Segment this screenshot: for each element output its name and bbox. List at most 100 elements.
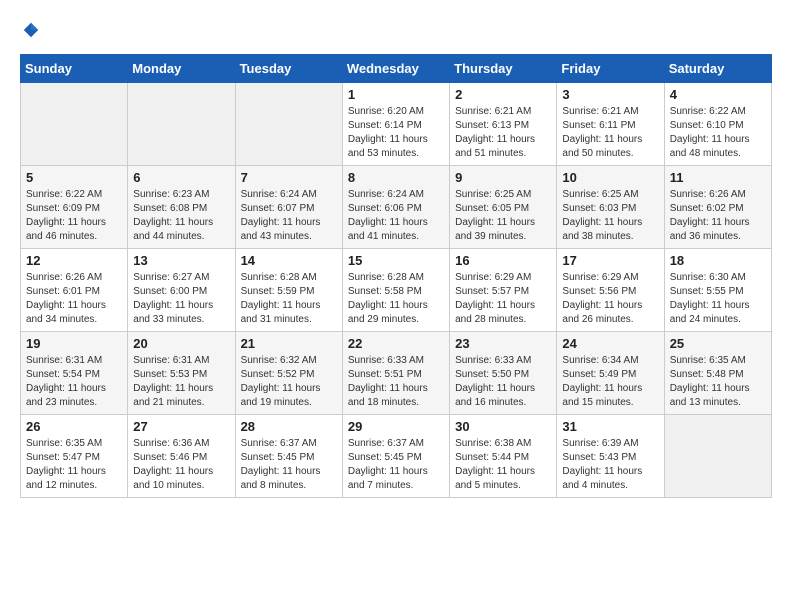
day-info: Sunrise: 6:34 AM Sunset: 5:49 PM Dayligh…	[562, 354, 658, 410]
logo	[20, 20, 40, 44]
calendar-cell: 20 Sunrise: 6:31 AM Sunset: 5:53 PM Dayli…	[128, 332, 235, 415]
day-info: Sunrise: 6:22 AM Sunset: 6:10 PM Dayligh…	[670, 105, 766, 161]
day-number: 3	[562, 87, 658, 102]
calendar-cell: 26 Sunrise: 6:35 AM Sunset: 5:47 PM Dayli…	[21, 415, 128, 498]
day-number: 16	[455, 253, 551, 268]
day-info: Sunrise: 6:29 AM Sunset: 5:57 PM Dayligh…	[455, 271, 551, 327]
day-header-friday: Friday	[557, 55, 664, 83]
day-number: 25	[670, 336, 766, 351]
day-header-wednesday: Wednesday	[342, 55, 449, 83]
day-info: Sunrise: 6:24 AM Sunset: 6:07 PM Dayligh…	[241, 188, 337, 244]
calendar-week-row: 5 Sunrise: 6:22 AM Sunset: 6:09 PM Daylig…	[21, 166, 772, 249]
day-number: 2	[455, 87, 551, 102]
day-number: 5	[26, 170, 122, 185]
day-number: 13	[133, 253, 229, 268]
day-number: 19	[26, 336, 122, 351]
calendar-week-row: 12Sunrise: 6:26 AM Sunset: 6:01 PM Dayli…	[21, 249, 772, 332]
calendar-cell: 17Sunrise: 6:29 AM Sunset: 5:56 PM Dayli…	[557, 249, 664, 332]
calendar-week-row: 19 Sunrise: 6:31 AM Sunset: 5:54 PM Dayli…	[21, 332, 772, 415]
day-info: Sunrise: 6:22 AM Sunset: 6:09 PM Dayligh…	[26, 188, 122, 244]
day-info: Sunrise: 6:35 AM Sunset: 5:47 PM Dayligh…	[26, 437, 122, 493]
calendar-cell: 23 Sunrise: 6:33 AM Sunset: 5:50 PM Dayli…	[450, 332, 557, 415]
day-info: Sunrise: 6:33 AM Sunset: 5:50 PM Dayligh…	[455, 354, 551, 410]
calendar-cell: 22 Sunrise: 6:33 AM Sunset: 5:51 PM Dayli…	[342, 332, 449, 415]
day-number: 27	[133, 419, 229, 434]
calendar-cell: 13 Sunrise: 6:27 AM Sunset: 6:00 PM Dayli…	[128, 249, 235, 332]
calendar-cell: 7Sunrise: 6:24 AM Sunset: 6:07 PM Daylig…	[235, 166, 342, 249]
calendar-cell: 28 Sunrise: 6:37 AM Sunset: 5:45 PM Dayli…	[235, 415, 342, 498]
day-number: 26	[26, 419, 122, 434]
calendar-cell: 12Sunrise: 6:26 AM Sunset: 6:01 PM Dayli…	[21, 249, 128, 332]
calendar-cell: 25Sunrise: 6:35 AM Sunset: 5:48 PM Dayli…	[664, 332, 771, 415]
calendar-cell: 18 Sunrise: 6:30 AM Sunset: 5:55 PM Dayli…	[664, 249, 771, 332]
day-info: Sunrise: 6:26 AM Sunset: 6:02 PM Dayligh…	[670, 188, 766, 244]
page-header	[20, 20, 772, 44]
calendar-cell: 15Sunrise: 6:28 AM Sunset: 5:58 PM Dayli…	[342, 249, 449, 332]
day-header-saturday: Saturday	[664, 55, 771, 83]
day-number: 21	[241, 336, 337, 351]
day-info: Sunrise: 6:36 AM Sunset: 5:46 PM Dayligh…	[133, 437, 229, 493]
calendar-week-row: 1Sunrise: 6:20 AM Sunset: 6:14 PM Daylig…	[21, 83, 772, 166]
day-info: Sunrise: 6:28 AM Sunset: 5:58 PM Dayligh…	[348, 271, 444, 327]
day-info: Sunrise: 6:31 AM Sunset: 5:53 PM Dayligh…	[133, 354, 229, 410]
calendar-cell: 8 Sunrise: 6:24 AM Sunset: 6:06 PM Daylig…	[342, 166, 449, 249]
calendar-cell: 6 Sunrise: 6:23 AM Sunset: 6:08 PM Daylig…	[128, 166, 235, 249]
day-info: Sunrise: 6:26 AM Sunset: 6:01 PM Dayligh…	[26, 271, 122, 327]
day-info: Sunrise: 6:30 AM Sunset: 5:55 PM Dayligh…	[670, 271, 766, 327]
day-header-thursday: Thursday	[450, 55, 557, 83]
calendar-cell: 2 Sunrise: 6:21 AM Sunset: 6:13 PM Daylig…	[450, 83, 557, 166]
day-info: Sunrise: 6:24 AM Sunset: 6:06 PM Dayligh…	[348, 188, 444, 244]
calendar-cell: 19 Sunrise: 6:31 AM Sunset: 5:54 PM Dayli…	[21, 332, 128, 415]
day-number: 23	[455, 336, 551, 351]
calendar-cell: 5 Sunrise: 6:22 AM Sunset: 6:09 PM Daylig…	[21, 166, 128, 249]
day-info: Sunrise: 6:39 AM Sunset: 5:43 PM Dayligh…	[562, 437, 658, 493]
day-number: 4	[670, 87, 766, 102]
calendar-cell: 27 Sunrise: 6:36 AM Sunset: 5:46 PM Dayli…	[128, 415, 235, 498]
day-info: Sunrise: 6:21 AM Sunset: 6:11 PM Dayligh…	[562, 105, 658, 161]
day-info: Sunrise: 6:23 AM Sunset: 6:08 PM Dayligh…	[133, 188, 229, 244]
day-info: Sunrise: 6:37 AM Sunset: 5:45 PM Dayligh…	[241, 437, 337, 493]
day-number: 22	[348, 336, 444, 351]
logo-icon	[22, 21, 40, 39]
calendar-cell: 31 Sunrise: 6:39 AM Sunset: 5:43 PM Dayli…	[557, 415, 664, 498]
calendar-cell	[664, 415, 771, 498]
day-info: Sunrise: 6:25 AM Sunset: 6:05 PM Dayligh…	[455, 188, 551, 244]
day-number: 28	[241, 419, 337, 434]
day-number: 14	[241, 253, 337, 268]
day-info: Sunrise: 6:33 AM Sunset: 5:51 PM Dayligh…	[348, 354, 444, 410]
day-header-tuesday: Tuesday	[235, 55, 342, 83]
calendar-cell: 21 Sunrise: 6:32 AM Sunset: 5:52 PM Dayli…	[235, 332, 342, 415]
calendar-header-row: SundayMondayTuesdayWednesdayThursdayFrid…	[21, 55, 772, 83]
day-info: Sunrise: 6:38 AM Sunset: 5:44 PM Dayligh…	[455, 437, 551, 493]
day-info: Sunrise: 6:25 AM Sunset: 6:03 PM Dayligh…	[562, 188, 658, 244]
calendar-week-row: 26 Sunrise: 6:35 AM Sunset: 5:47 PM Dayli…	[21, 415, 772, 498]
day-info: Sunrise: 6:31 AM Sunset: 5:54 PM Dayligh…	[26, 354, 122, 410]
day-header-monday: Monday	[128, 55, 235, 83]
day-info: Sunrise: 6:27 AM Sunset: 6:00 PM Dayligh…	[133, 271, 229, 327]
day-info: Sunrise: 6:37 AM Sunset: 5:45 PM Dayligh…	[348, 437, 444, 493]
day-number: 18	[670, 253, 766, 268]
day-number: 6	[133, 170, 229, 185]
calendar-table: SundayMondayTuesdayWednesdayThursdayFrid…	[20, 54, 772, 498]
day-info: Sunrise: 6:32 AM Sunset: 5:52 PM Dayligh…	[241, 354, 337, 410]
calendar-cell: 3 Sunrise: 6:21 AM Sunset: 6:11 PM Daylig…	[557, 83, 664, 166]
day-info: Sunrise: 6:29 AM Sunset: 5:56 PM Dayligh…	[562, 271, 658, 327]
day-number: 11	[670, 170, 766, 185]
calendar-cell: 10Sunrise: 6:25 AM Sunset: 6:03 PM Dayli…	[557, 166, 664, 249]
day-number: 1	[348, 87, 444, 102]
calendar-cell	[235, 83, 342, 166]
day-number: 8	[348, 170, 444, 185]
day-number: 20	[133, 336, 229, 351]
day-info: Sunrise: 6:21 AM Sunset: 6:13 PM Dayligh…	[455, 105, 551, 161]
calendar-cell: 1Sunrise: 6:20 AM Sunset: 6:14 PM Daylig…	[342, 83, 449, 166]
calendar-cell	[128, 83, 235, 166]
calendar-cell: 16 Sunrise: 6:29 AM Sunset: 5:57 PM Dayli…	[450, 249, 557, 332]
day-number: 31	[562, 419, 658, 434]
calendar-cell	[21, 83, 128, 166]
calendar-cell: 14 Sunrise: 6:28 AM Sunset: 5:59 PM Dayli…	[235, 249, 342, 332]
day-header-sunday: Sunday	[21, 55, 128, 83]
calendar-cell: 11 Sunrise: 6:26 AM Sunset: 6:02 PM Dayli…	[664, 166, 771, 249]
day-number: 24	[562, 336, 658, 351]
day-number: 30	[455, 419, 551, 434]
day-info: Sunrise: 6:28 AM Sunset: 5:59 PM Dayligh…	[241, 271, 337, 327]
